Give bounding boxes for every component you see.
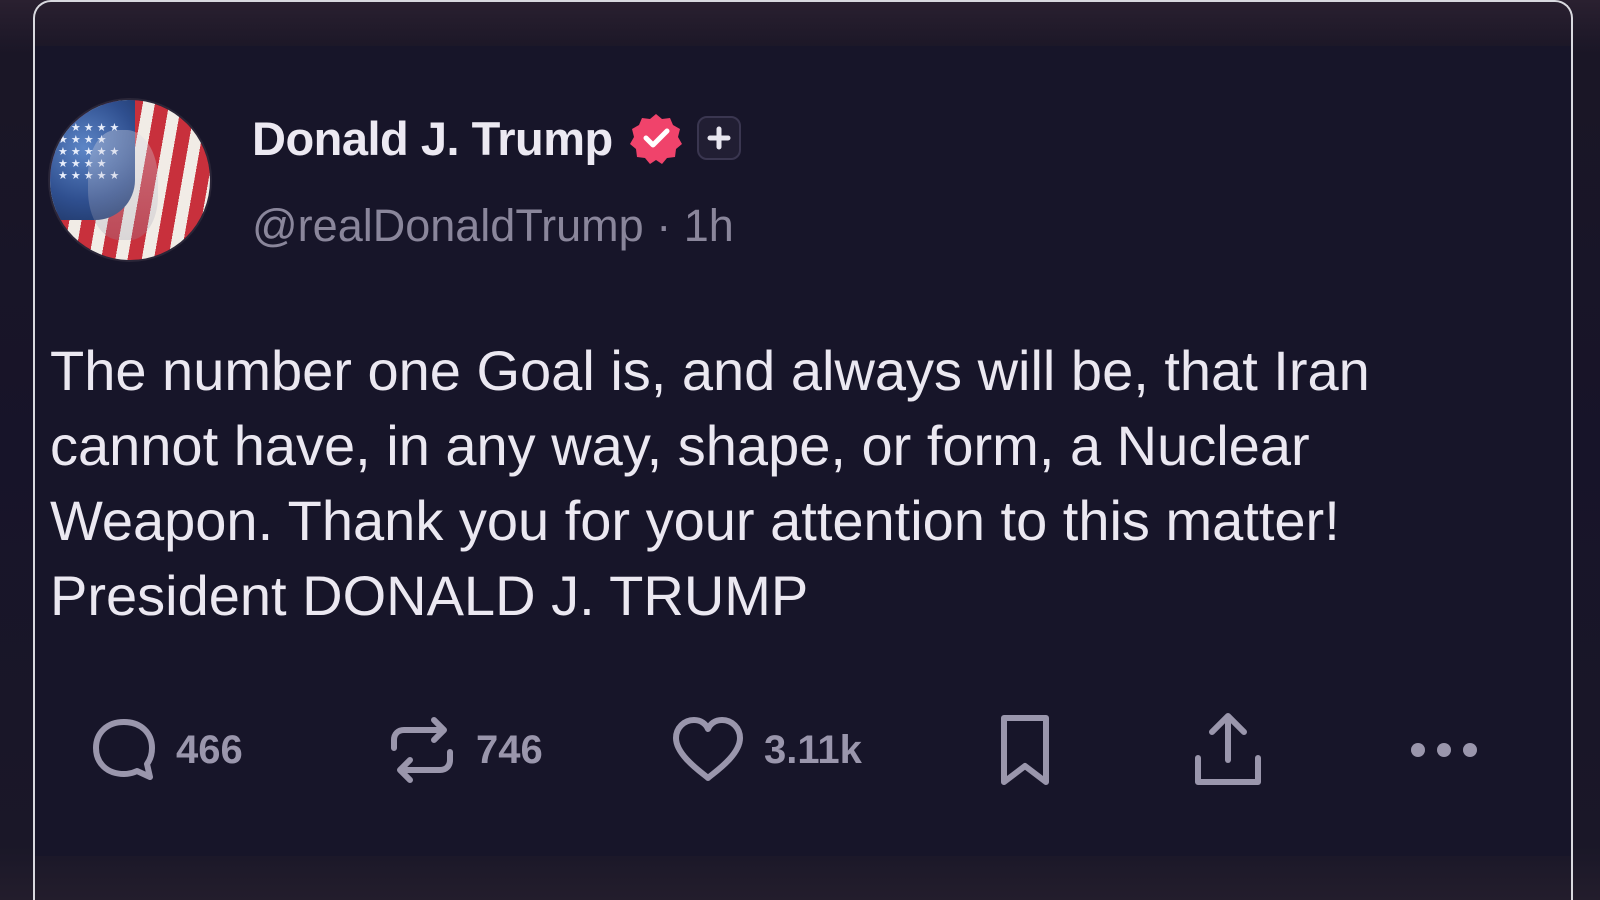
more-icon xyxy=(1404,730,1484,770)
author-meta: @realDonaldTrump · 1h xyxy=(252,200,734,252)
reply-button[interactable]: 466 xyxy=(88,710,243,790)
verified-badge-icon xyxy=(629,111,683,165)
repost-button[interactable]: 746 xyxy=(384,710,543,790)
author-display-name[interactable]: Donald J. Trump xyxy=(252,111,613,166)
bookmark-button[interactable] xyxy=(990,710,1060,790)
reply-count: 466 xyxy=(176,727,243,772)
bookmark-icon xyxy=(990,710,1060,790)
more-options-button[interactable] xyxy=(1404,710,1484,790)
repost-count: 746 xyxy=(476,727,543,772)
post-timestamp[interactable]: 1h xyxy=(684,200,734,251)
like-icon xyxy=(668,714,748,786)
repost-icon xyxy=(384,712,460,788)
avatar[interactable]: ★★★★★ ★★★★ ★★★★★ ★★★★ ★★★★★ xyxy=(50,100,210,260)
like-count: 3.11k xyxy=(764,727,862,772)
post-actions-bar: 466 746 3.11k xyxy=(0,710,1600,790)
plus-icon[interactable] xyxy=(696,116,741,160)
avatar-face xyxy=(88,130,158,240)
meta-separator: · xyxy=(656,200,672,251)
author-name-row: Donald J. Trump xyxy=(252,108,741,168)
share-icon xyxy=(1186,710,1270,790)
author-handle[interactable]: @realDonaldTrump xyxy=(252,200,644,251)
like-button[interactable]: 3.11k xyxy=(668,710,862,790)
post-body: The number one Goal is, and always will … xyxy=(50,339,1370,627)
share-button[interactable] xyxy=(1186,710,1270,790)
reply-icon xyxy=(88,714,160,786)
